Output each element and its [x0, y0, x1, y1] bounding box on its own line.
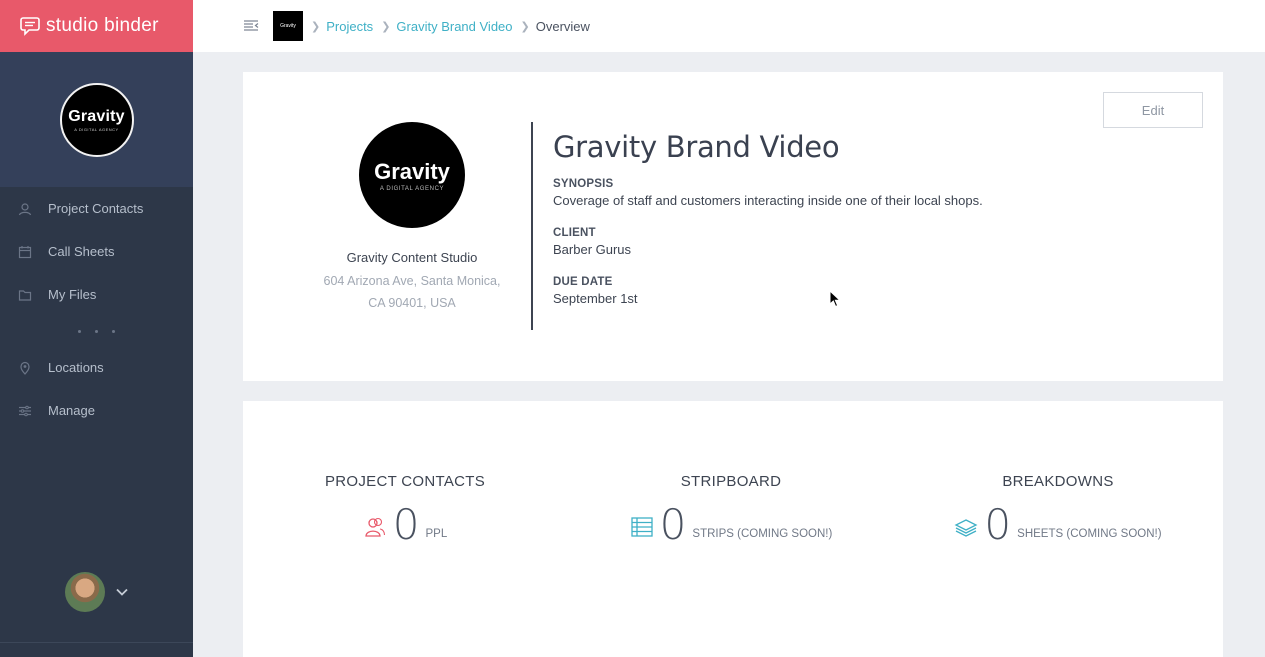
client-logo-title: Gravity [374, 158, 450, 184]
sidebar-nav: Project Contacts Call Sheets My Files Lo… [0, 187, 193, 432]
sidebar-footer [0, 642, 193, 657]
calendar-icon [18, 245, 32, 259]
collapse-sidebar-icon[interactable] [243, 19, 259, 33]
sidebar-item-label: Call Sheets [48, 244, 115, 259]
stat-title: STRIPBOARD [680, 473, 782, 490]
synopsis-label: SYNOPSIS [553, 178, 614, 190]
project-stats-card: PROJECT CONTACTS 0 PPL STRIPBOARD 0 STRI… [243, 401, 1223, 657]
client-address: 604 Arizona Ave, Santa Monica, CA 90401,… [313, 270, 511, 314]
stat-title: PROJECT CONTACTS [324, 473, 486, 490]
project-avatar[interactable]: Gravity A DIGITAL AGENCY [59, 82, 134, 157]
stripboard-icon [631, 517, 653, 537]
due-date-value: September 1st [553, 291, 638, 306]
stat-project-contacts[interactable]: PROJECT CONTACTS 0 PPL [255, 473, 555, 546]
client-address-line2: CA 90401, USA [368, 296, 456, 310]
client-value: Barber Gurus [553, 242, 632, 257]
stat-value: 0 [984, 500, 1012, 549]
stat-value: 0 [659, 500, 687, 549]
due-date-label: DUE DATE [553, 276, 613, 288]
contacts-icon [18, 202, 32, 216]
sidebar-item-call-sheets[interactable]: Call Sheets [0, 230, 193, 273]
synopsis-value: Coverage of staff and customers interact… [553, 193, 983, 208]
client-info: Gravity A DIGITAL AGENCY Gravity Content… [313, 122, 511, 314]
chevron-right-icon: ❯ [520, 20, 530, 33]
client-logo-subtitle: A DIGITAL AGENCY [379, 185, 445, 192]
sidebar-item-manage[interactable]: Manage [0, 389, 193, 432]
more-items-dots[interactable] [0, 316, 193, 346]
project-thumbnail-text: Gravity [280, 23, 296, 29]
sidebar-item-label: Locations [48, 360, 104, 375]
sidebar-item-label: My Files [48, 287, 97, 302]
project-avatar-area: Gravity A DIGITAL AGENCY [0, 52, 193, 187]
location-pin-icon [18, 361, 32, 375]
chevron-right-icon: ❯ [381, 20, 391, 33]
sidebar-item-label: Project Contacts [48, 201, 144, 216]
brand-name: studio binder [46, 15, 159, 36]
user-avatar[interactable] [64, 572, 105, 612]
client-logo: Gravity A DIGITAL AGENCY [359, 122, 465, 228]
sidebar-item-project-contacts[interactable]: Project Contacts [0, 187, 193, 230]
breadcrumb-project[interactable]: Gravity Brand Video [396, 19, 512, 34]
brand-logo[interactable]: studio binder [0, 0, 193, 52]
stat-stripboard[interactable]: STRIPBOARD 0 STRIPS (COMING SOON!) [581, 473, 881, 546]
mouse-cursor-icon [829, 290, 841, 308]
chat-bubble-icon [20, 17, 40, 36]
project-title: Gravity Brand Video [553, 130, 840, 164]
people-icon [365, 517, 385, 537]
sidebar-item-label: Manage [48, 403, 95, 418]
project-thumbnail[interactable]: Gravity [273, 11, 303, 41]
project-details: Gravity Brand Video SYNOPSIS Coverage of… [553, 130, 983, 325]
edit-button[interactable]: Edit [1103, 92, 1203, 128]
layers-icon [954, 519, 978, 537]
project-overview-card: Edit Gravity A DIGITAL AGENCY Gravity Co… [243, 72, 1223, 381]
vertical-divider [531, 122, 533, 330]
top-bar: Gravity ❯ Projects ❯ Gravity Brand Video… [193, 0, 1265, 52]
stat-unit: PPL [425, 528, 448, 540]
breadcrumb-current: Overview [535, 18, 590, 34]
stat-unit: STRIPS (COMING SOON!) [692, 528, 833, 540]
project-avatar-title: Gravity [68, 107, 125, 125]
stat-breakdowns[interactable]: BREAKDOWNS 0 SHEETS (COMING SOON!) [908, 473, 1208, 546]
sidebar-item-locations[interactable]: Locations [0, 346, 193, 389]
sliders-icon [18, 404, 32, 418]
client-address-line1: 604 Arizona Ave, Santa Monica, [323, 274, 501, 288]
client-label: CLIENT [553, 227, 596, 239]
client-name: Gravity Content Studio [346, 250, 478, 265]
breadcrumb-projects[interactable]: Projects [326, 19, 373, 34]
stat-unit: SHEETS (COMING SOON!) [1017, 528, 1162, 540]
folder-icon [18, 288, 32, 302]
user-menu[interactable] [0, 572, 193, 612]
project-avatar-subtitle: A DIGITAL AGENCY [74, 126, 119, 132]
stat-value: 0 [392, 500, 420, 549]
sidebar: studio binder Gravity A DIGITAL AGENCY P… [0, 0, 193, 657]
chevron-down-icon[interactable] [115, 587, 129, 597]
sidebar-item-my-files[interactable]: My Files [0, 273, 193, 316]
stat-title: BREAKDOWNS [1002, 473, 1114, 490]
chevron-right-icon: ❯ [311, 20, 321, 33]
